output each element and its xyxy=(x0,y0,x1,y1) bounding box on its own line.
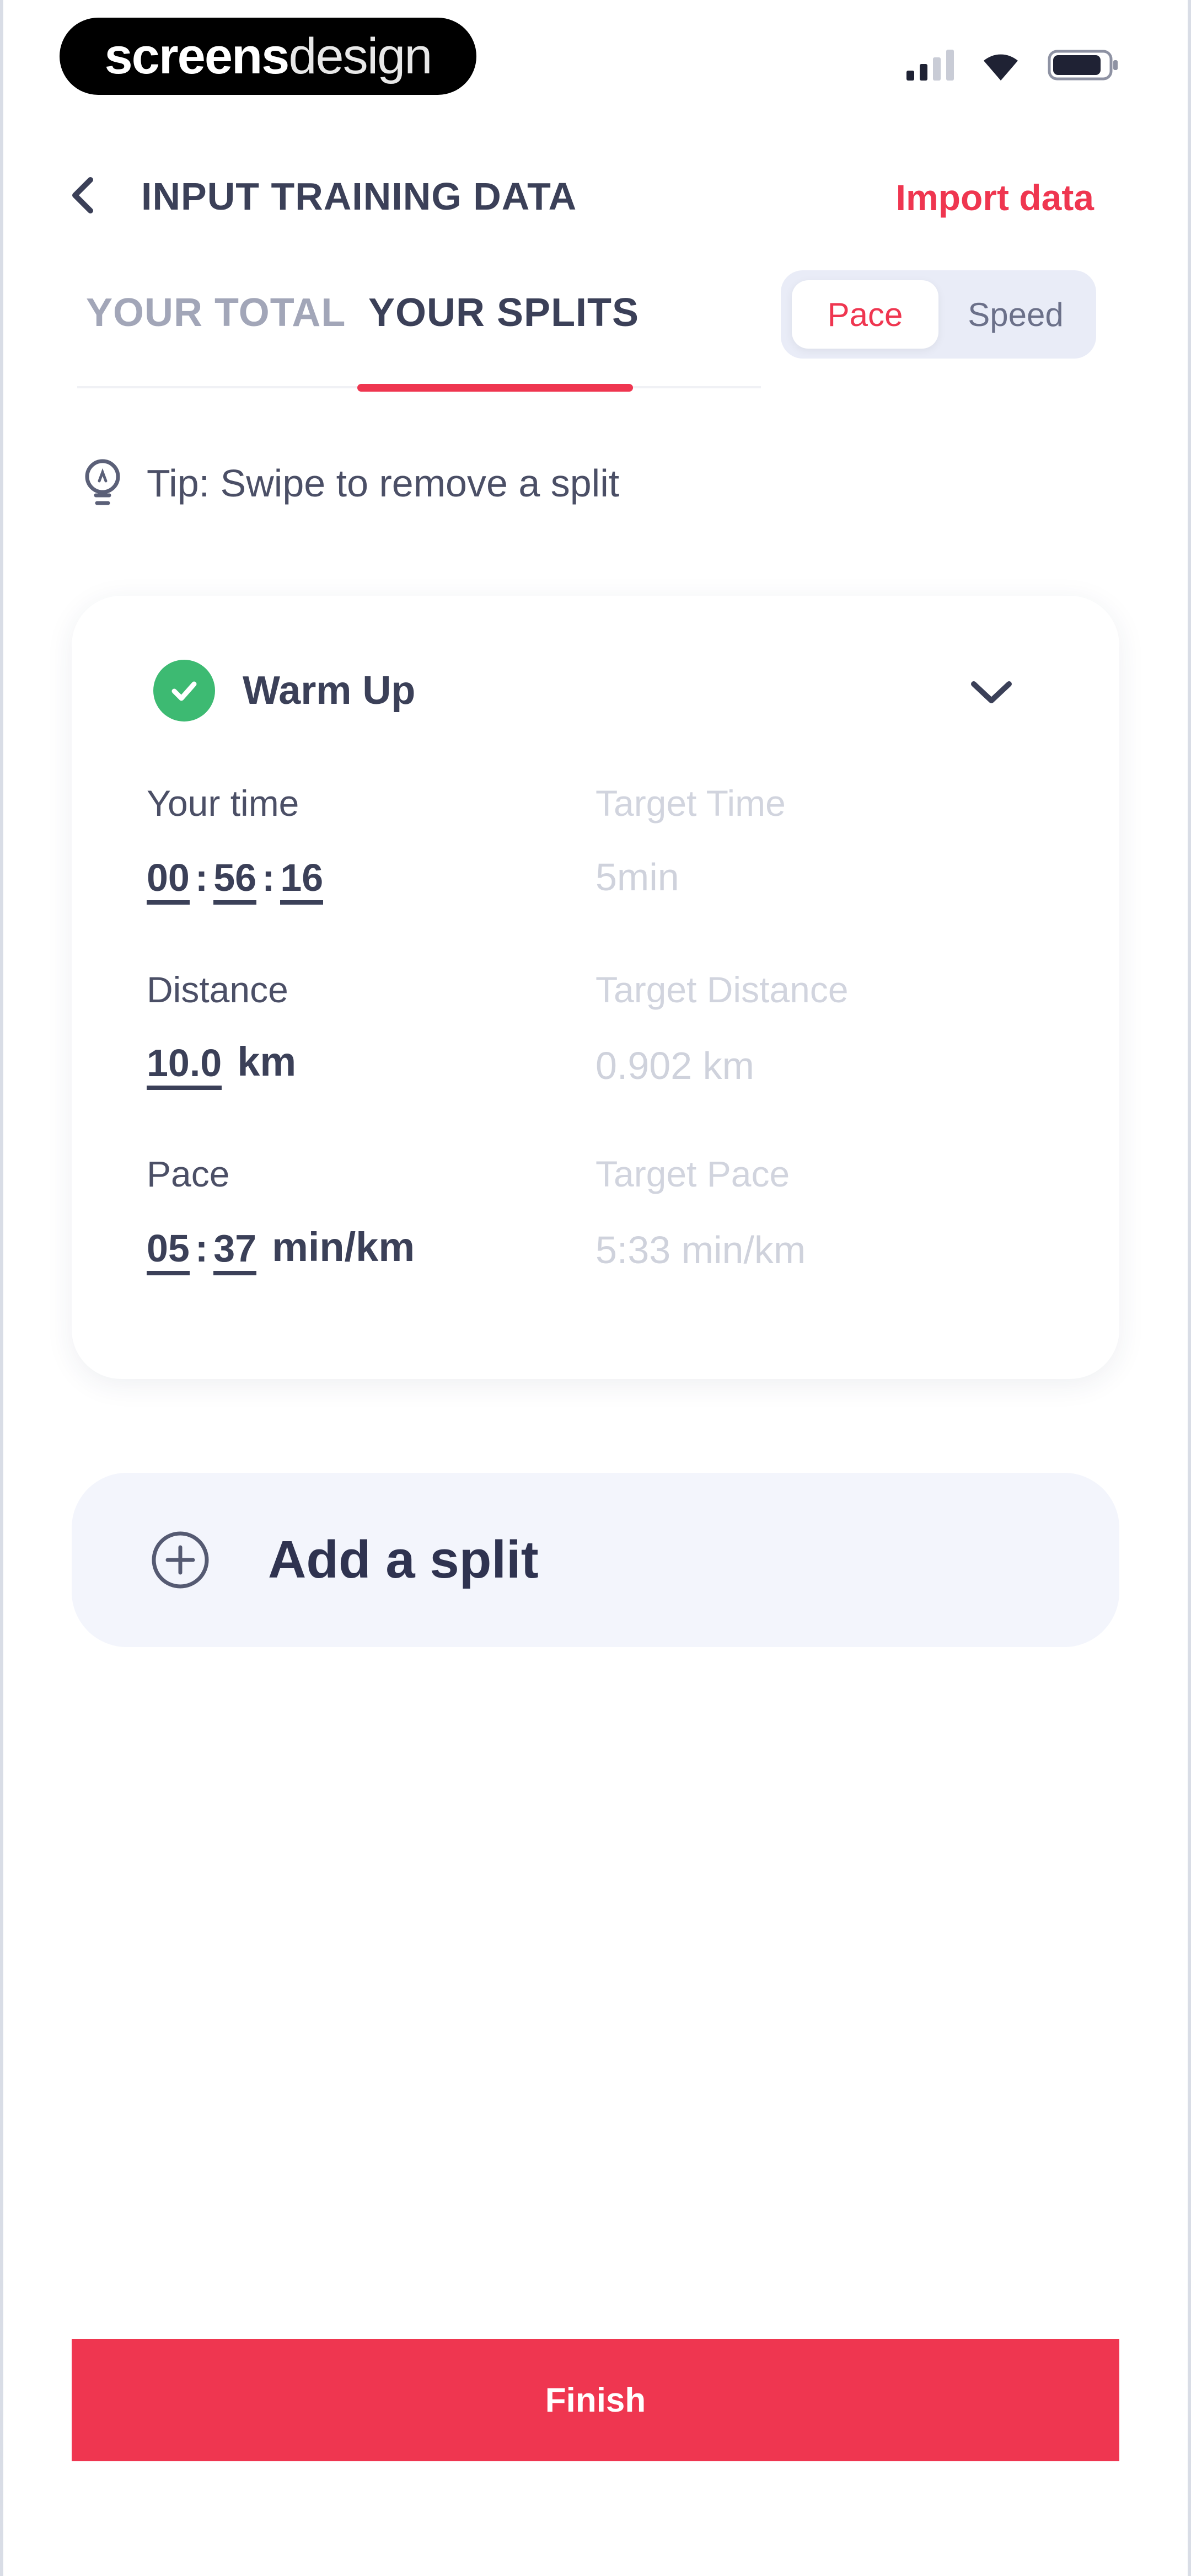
your-time-input[interactable]: 00: 56: 16 xyxy=(147,858,324,905)
brand-logo-bold: screens xyxy=(104,28,290,84)
time-minutes-field[interactable]: 56 xyxy=(213,858,257,905)
distance-input[interactable]: 10.0 km xyxy=(147,1041,296,1090)
brand-logo: screens design xyxy=(60,18,476,95)
import-data-link[interactable]: Import data xyxy=(896,177,1094,218)
brand-logo-light: design xyxy=(288,28,432,84)
page-title: INPUT TRAINING DATA xyxy=(141,175,577,218)
status-icons xyxy=(906,50,1119,81)
target-time-value: 5min xyxy=(596,856,679,899)
tip-banner: Tip: Swipe to remove a split xyxy=(81,456,619,511)
toggle-pace[interactable]: Pace xyxy=(792,280,938,349)
target-time-label: Target Time xyxy=(596,783,786,824)
target-pace-label: Target Pace xyxy=(596,1153,790,1194)
tab-your-total[interactable]: YOUR TOTAL xyxy=(86,290,346,335)
active-tab-indicator xyxy=(357,384,633,392)
distance-label: Distance xyxy=(147,969,288,1010)
your-time-label: Your time xyxy=(147,783,299,824)
split-header: Warm Up xyxy=(153,660,415,722)
distance-field[interactable]: 10.0 xyxy=(147,1044,222,1090)
pace-speed-toggle: Pace Speed xyxy=(781,270,1096,359)
tab-bar: YOUR TOTAL YOUR SPLITS xyxy=(77,281,761,392)
wifi-icon xyxy=(981,51,1020,81)
back-button[interactable] xyxy=(66,173,99,217)
pace-input[interactable]: 05: 37 min/km xyxy=(147,1227,415,1275)
target-distance-label: Target Distance xyxy=(596,969,849,1010)
lightbulb-icon xyxy=(85,459,120,505)
signal-icon xyxy=(906,50,954,81)
time-hours-field[interactable]: 00 xyxy=(147,858,190,905)
add-split-label: Add a split xyxy=(268,1530,539,1589)
chevron-left-icon xyxy=(72,177,93,213)
toggle-speed[interactable]: Speed xyxy=(946,280,1085,349)
header: INPUT TRAINING DATA Import data xyxy=(0,160,1191,226)
split-name: Warm Up xyxy=(243,669,416,713)
add-split-button[interactable]: Add a split xyxy=(72,1473,1119,1647)
expand-split-button[interactable] xyxy=(968,677,1015,711)
time-seconds-field[interactable]: 16 xyxy=(280,858,324,905)
plus-circle-icon xyxy=(152,1531,209,1589)
pace-label: Pace xyxy=(147,1153,230,1194)
split-card[interactable]: Warm Up Your time 00: 56: 16 Target Time… xyxy=(72,596,1119,1379)
tab-your-splits[interactable]: YOUR SPLITS xyxy=(368,290,639,335)
target-pace-value: 5:33 min/km xyxy=(596,1228,806,1271)
tip-text: Tip: Swipe to remove a split xyxy=(147,462,620,505)
battery-icon xyxy=(1048,50,1119,81)
check-circle-icon xyxy=(153,660,215,722)
pace-seconds-field[interactable]: 37 xyxy=(213,1229,257,1275)
pace-unit: min/km xyxy=(272,1224,415,1270)
target-distance-value: 0.902 km xyxy=(596,1044,754,1087)
pace-minutes-field[interactable]: 05 xyxy=(147,1229,190,1275)
distance-unit: km xyxy=(237,1039,297,1084)
chevron-down-icon xyxy=(971,681,1012,703)
finish-button[interactable]: Finish xyxy=(72,2339,1119,2461)
